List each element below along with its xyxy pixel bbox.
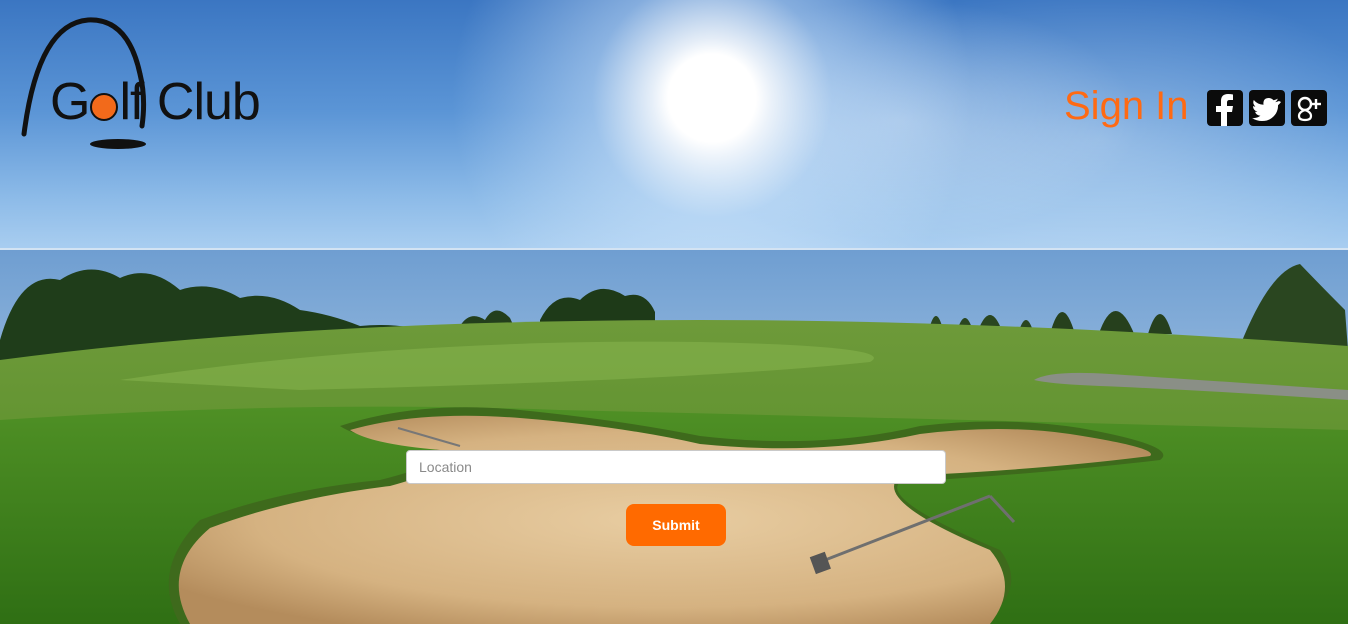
twitter-button[interactable] — [1249, 90, 1285, 126]
location-input[interactable] — [406, 450, 946, 484]
sign-in-link[interactable]: Sign In — [1064, 86, 1189, 126]
facebook-icon — [1216, 94, 1233, 126]
page: Glf Club Sign In Submit — [0, 0, 1348, 624]
logo-text-suffix: lf Club — [119, 73, 260, 131]
logo-text-prefix: G — [50, 73, 90, 131]
golf-ball-icon — [90, 93, 119, 121]
google-plus-button[interactable] — [1291, 90, 1327, 126]
twitter-icon — [1252, 98, 1281, 121]
golf-club-logo[interactable]: Glf Club — [18, 14, 318, 154]
google-plus-icon — [1297, 96, 1321, 122]
golf-course-background — [0, 250, 1348, 624]
submit-button[interactable]: Submit — [626, 504, 726, 546]
facebook-button[interactable] — [1207, 90, 1243, 126]
logo-text: Glf Club — [50, 73, 261, 131]
